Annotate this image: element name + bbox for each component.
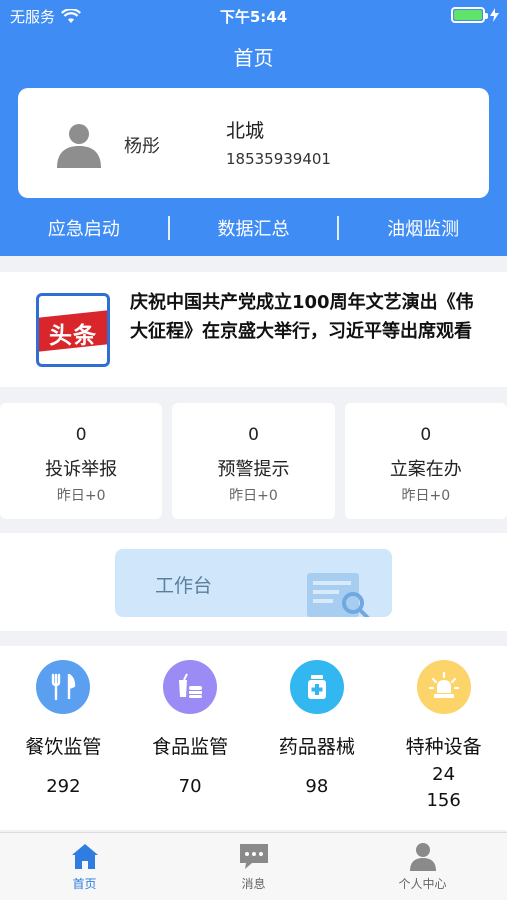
workbench-button[interactable]: 工作台: [115, 549, 392, 617]
workbench-section: 工作台: [0, 533, 507, 631]
news-banner[interactable]: 头条 庆祝中国共产党成立100周年文艺演出《伟大征程》在京盛大举行，习近平等出席…: [0, 272, 507, 387]
status-time: 下午5:44: [219, 8, 288, 26]
header-area: 无服务 下午5:44 首页 杨彤 北城 18535939401 应急启动 数据汇…: [0, 0, 507, 256]
tab-messages[interactable]: 消息: [169, 833, 338, 900]
headline-badge-icon: 头条: [36, 293, 110, 367]
status-bar: 无服务 下午5:44: [0, 0, 507, 30]
charging-icon: [490, 8, 499, 22]
stat-label: 预警提示: [217, 459, 290, 480]
category-name: 食品监管: [152, 736, 229, 758]
category-name: 特种设备: [405, 736, 482, 758]
stat-sub: 昨日+0: [401, 488, 451, 504]
stat-card-cases[interactable]: 0 立案在办 昨日+0: [344, 403, 507, 519]
user-name: 杨彤: [124, 136, 160, 157]
workbench-label: 工作台: [155, 575, 213, 597]
tab-label: 消息: [241, 877, 266, 891]
stat-count: 0: [75, 425, 87, 445]
category-name: 餐饮监管: [25, 736, 102, 758]
category-food[interactable]: 食品监管 70: [127, 646, 254, 830]
person-icon: [409, 843, 436, 871]
quick-nav-data-summary[interactable]: 数据汇总: [170, 215, 338, 241]
food-icon: [163, 660, 218, 714]
stat-card-warnings[interactable]: 0 预警提示 昨日+0: [172, 403, 335, 519]
category-name: 药品器械: [278, 736, 355, 758]
tab-home[interactable]: 首页: [0, 833, 169, 900]
category-value: 98: [305, 776, 329, 797]
user-card[interactable]: 杨彤 北城 18535939401: [18, 88, 489, 198]
stat-label: 立案在办: [389, 459, 462, 480]
category-medicine[interactable]: 药品器械 98: [254, 646, 381, 830]
stat-sub: 昨日+0: [56, 488, 106, 504]
page-title: 首页: [233, 46, 274, 70]
quick-nav-emergency[interactable]: 应急启动: [0, 215, 168, 241]
category-special-equipment[interactable]: 特种设备 24 156: [380, 646, 507, 830]
avatar: [57, 124, 101, 168]
alarm-light-icon: [416, 660, 471, 714]
stat-card-complaints[interactable]: 0 投诉举报 昨日+0: [0, 403, 163, 519]
stat-count: 0: [248, 425, 259, 445]
category-value: 292: [46, 776, 81, 797]
category-value: 70: [178, 776, 202, 797]
utensils-icon: [36, 660, 91, 714]
tab-profile[interactable]: 个人中心: [338, 833, 507, 900]
user-phone: 18535939401: [226, 150, 331, 168]
tab-bar: 首页 消息 个人中心: [0, 832, 507, 900]
news-headline[interactable]: 庆祝中国共产党成立100周年文艺演出《伟大征程》在京盛大举行，习近平等出席观看: [130, 288, 490, 346]
stat-count: 0: [420, 425, 432, 445]
medicine-icon: [289, 660, 344, 714]
battery-icon: [451, 7, 488, 23]
quick-nav: 应急启动 数据汇总 油烟监测: [0, 205, 507, 250]
user-org: 北城: [226, 120, 265, 142]
tab-label: 个人中心: [398, 877, 447, 891]
category-catering[interactable]: 餐饮监管 292: [0, 646, 127, 830]
document-search-icon: [307, 573, 370, 617]
message-icon: [239, 844, 268, 869]
quick-nav-fume-monitor[interactable]: 油烟监测: [339, 215, 507, 241]
stats-row: 0 投诉举报 昨日+0 0 预警提示 昨日+0 0 立案在办 昨日+0: [0, 403, 507, 519]
stat-label: 投诉举报: [45, 459, 118, 480]
stat-sub: 昨日+0: [229, 488, 278, 504]
category-grid: 餐饮监管 292 食品监管 70 药品器械 98 特种设备 24 156: [0, 646, 507, 830]
home-icon: [71, 844, 98, 869]
tab-label: 首页: [72, 877, 97, 891]
category-value: 24 156: [426, 764, 461, 811]
